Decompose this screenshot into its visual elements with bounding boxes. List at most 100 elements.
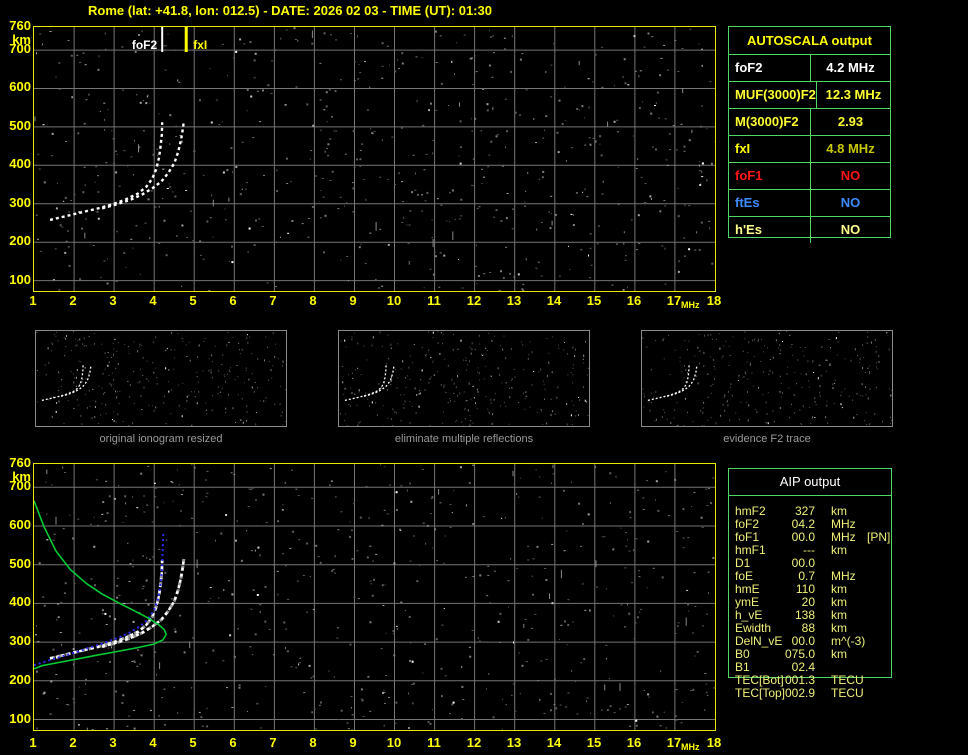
noise-dot bbox=[622, 76, 624, 78]
noise-dot bbox=[106, 282, 109, 285]
noise-dot bbox=[79, 61, 82, 63]
noise-dot bbox=[589, 247, 592, 249]
noise-dot bbox=[55, 410, 57, 413]
noise-dot bbox=[869, 372, 871, 375]
noise-dot bbox=[228, 261, 230, 262]
noise-dot bbox=[352, 187, 355, 190]
noise-dot bbox=[185, 344, 187, 346]
noise-dot bbox=[241, 348, 243, 351]
noise-dot bbox=[421, 194, 424, 196]
noise-dot bbox=[583, 354, 585, 357]
noise-dot bbox=[323, 109, 326, 111]
noise-dot bbox=[694, 605, 697, 607]
noise-dot bbox=[702, 625, 705, 627]
noise-dot bbox=[544, 398, 545, 400]
noise-dot bbox=[635, 724, 638, 727]
noise-dot bbox=[821, 346, 823, 348]
noise-dot bbox=[707, 396, 709, 399]
noise-dot bbox=[473, 185, 475, 187]
noise-dot bbox=[366, 109, 369, 111]
noise-streak bbox=[375, 222, 377, 231]
noise-dot bbox=[220, 126, 223, 128]
noise-dot bbox=[642, 497, 645, 499]
autoscala-row-label: fxI bbox=[735, 141, 751, 156]
noise-dot bbox=[277, 593, 279, 596]
noise-dot bbox=[511, 378, 513, 381]
noise-dot bbox=[340, 259, 342, 261]
noise-dot bbox=[487, 565, 490, 567]
noise-dot bbox=[724, 409, 726, 411]
noise-dot bbox=[827, 359, 828, 361]
y-axis-tick-200: 200 bbox=[9, 672, 31, 687]
noise-dot bbox=[575, 415, 577, 417]
noise-dot bbox=[540, 368, 542, 371]
noise-dot bbox=[103, 392, 105, 395]
noise-dot bbox=[174, 630, 177, 633]
noise-dot bbox=[80, 414, 82, 417]
noise-dot bbox=[764, 345, 766, 347]
noise-dot bbox=[64, 355, 66, 357]
noise-dot bbox=[125, 267, 127, 268]
noise-dot bbox=[788, 387, 790, 389]
noise-dot bbox=[458, 218, 461, 220]
noise-dot bbox=[60, 386, 62, 388]
noise-dot bbox=[48, 399, 50, 401]
noise-dot bbox=[643, 46, 646, 48]
noise-dot bbox=[173, 357, 175, 359]
noise-dot bbox=[113, 497, 116, 500]
noise-dot bbox=[455, 386, 457, 389]
noise-dot bbox=[285, 628, 288, 630]
noise-dot bbox=[254, 52, 257, 55]
noise-dot bbox=[382, 605, 385, 606]
noise-dot bbox=[730, 386, 731, 388]
noise-dot bbox=[589, 233, 592, 235]
noise-dot bbox=[294, 39, 297, 40]
noise-dot bbox=[747, 419, 749, 422]
noise-dot bbox=[319, 99, 322, 101]
y-axis-tick-500: 500 bbox=[9, 556, 31, 571]
noise-dot bbox=[687, 537, 690, 539]
noise-dot bbox=[255, 499, 257, 501]
noise-streak bbox=[438, 489, 440, 495]
noise-dot bbox=[432, 331, 434, 334]
noise-dot bbox=[409, 210, 412, 212]
noise-dot bbox=[613, 84, 615, 86]
noise-dot bbox=[398, 68, 400, 69]
noise-dot bbox=[241, 188, 243, 190]
noise-dot bbox=[105, 480, 108, 482]
noise-dot bbox=[745, 401, 747, 403]
noise-dot bbox=[352, 130, 355, 133]
noise-dot bbox=[421, 57, 423, 59]
noise-dot bbox=[217, 393, 219, 395]
noise-dot bbox=[388, 697, 390, 698]
noise-dot bbox=[230, 147, 233, 150]
noise-dot bbox=[666, 164, 669, 166]
noise-dot bbox=[113, 411, 115, 413]
noise-dot bbox=[455, 641, 458, 643]
noise-dot bbox=[251, 353, 253, 355]
noise-dot bbox=[130, 601, 133, 603]
noise-dot bbox=[97, 217, 100, 220]
noise-dot bbox=[52, 539, 55, 541]
noise-dot bbox=[469, 360, 470, 363]
noise-dot bbox=[303, 692, 306, 694]
noise-dot bbox=[98, 55, 100, 58]
autoscala-row-muf-3000-f2: MUF(3000)F2 12.3 MHz bbox=[729, 82, 890, 109]
noise-dot bbox=[657, 509, 660, 512]
noise-dot bbox=[263, 174, 265, 176]
noise-dot bbox=[39, 33, 42, 35]
noise-dot bbox=[354, 369, 356, 371]
noise-dot bbox=[356, 550, 359, 552]
noise-dot bbox=[449, 713, 451, 715]
noise-dot bbox=[439, 35, 442, 37]
noise-dot bbox=[94, 584, 96, 587]
noise-dot bbox=[157, 154, 159, 157]
noise-dot bbox=[544, 568, 547, 569]
noise-dot bbox=[890, 416, 891, 418]
noise-dot bbox=[400, 420, 402, 422]
noise-dot bbox=[572, 224, 575, 226]
noise-dot bbox=[434, 255, 437, 258]
noise-dot bbox=[70, 54, 73, 57]
noise-dot bbox=[312, 124, 315, 127]
noise-dot bbox=[381, 285, 384, 287]
